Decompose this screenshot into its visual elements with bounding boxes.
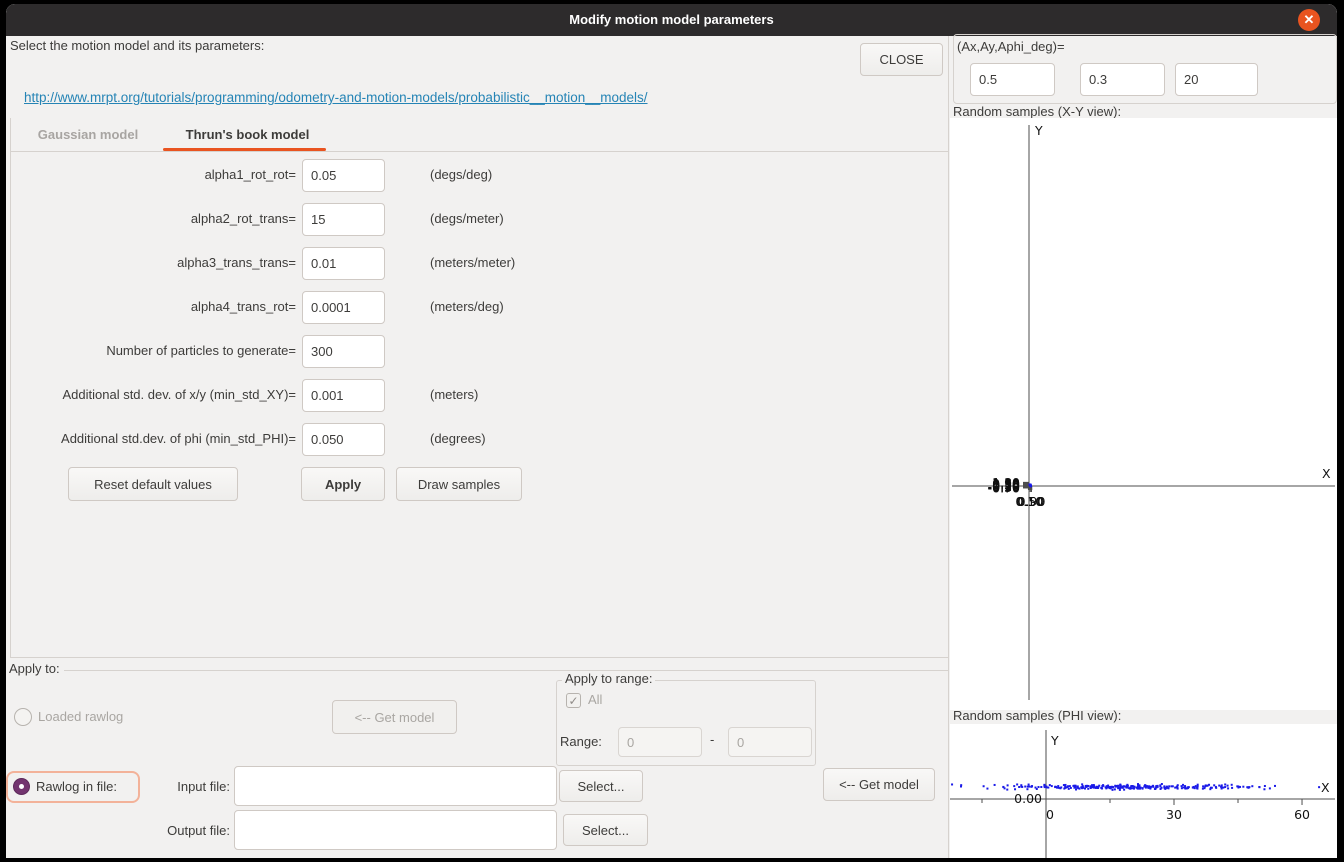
window-title: Modify motion model parameters (6, 12, 1337, 27)
output-file-field[interactable] (234, 810, 557, 850)
ay-input[interactable] (1080, 63, 1165, 96)
svg-text:1.30: 1.30 (992, 475, 1020, 490)
param-unit: (meters) (430, 387, 478, 402)
param-label: Additional std.dev. of phi (min_std_PHI)… (6, 431, 296, 446)
alpha3-input[interactable] (302, 247, 385, 280)
param-label: Additional std. dev. of x/y (min_std_XY)… (6, 387, 296, 402)
svg-text:0.90: 0.90 (1018, 494, 1046, 509)
phi-view-title: Random samples (PHI view): (953, 708, 1121, 723)
particles-input[interactable] (302, 335, 385, 368)
select-input-file-button[interactable]: Select... (559, 770, 643, 802)
min-std-phi-input[interactable] (302, 423, 385, 456)
xy-view-chart: -0.70-0.50-0.30-0.100.100.300.500.700.90… (950, 118, 1337, 710)
apply-button[interactable]: Apply (301, 467, 385, 501)
alpha1-input[interactable] (302, 159, 385, 192)
dialog-window: Modify motion model parameters ✕ Select … (6, 4, 1337, 858)
range-from-input[interactable] (618, 727, 702, 757)
rawlog-in-file-radio[interactable] (13, 778, 30, 795)
svg-text:X: X (1322, 466, 1331, 481)
instruction-label: Select the motion model and its paramete… (10, 38, 264, 53)
panel-right-border (948, 36, 949, 858)
phi-view-chart: 0 30 60 0.00 Y X (950, 724, 1337, 858)
tab-thrun-book-model[interactable]: Thrun's book model (163, 118, 332, 151)
aphi-input[interactable] (1175, 63, 1258, 96)
input-file-label: Input file: (130, 779, 230, 794)
param-label: alpha4_trans_rot= (6, 299, 296, 314)
param-unit: (meters/deg) (430, 299, 504, 314)
range-label: Range: (560, 734, 602, 749)
tab-separator-line (10, 151, 948, 152)
output-file-label: Output file: (130, 823, 230, 838)
range-dash: - (710, 732, 714, 747)
select-output-file-button[interactable]: Select... (563, 814, 648, 846)
param-label: alpha1_rot_rot= (6, 167, 296, 182)
loaded-rawlog-radio[interactable] (14, 708, 32, 726)
xy-view-title: Random samples (X-Y view): (953, 104, 1121, 119)
svg-text:0.00: 0.00 (1014, 791, 1042, 806)
apply-to-top-line (10, 657, 948, 658)
apply-to-range-label: Apply to range: (562, 671, 655, 686)
param-unit: (degs/meter) (430, 211, 504, 226)
reset-defaults-button[interactable]: Reset default values (68, 467, 238, 501)
alpha4-input[interactable] (302, 291, 385, 324)
min-std-xy-input[interactable] (302, 379, 385, 412)
window-close-icon[interactable]: ✕ (1298, 9, 1320, 31)
all-checkbox-label: All (588, 692, 602, 707)
draw-samples-button[interactable]: Draw samples (396, 467, 522, 501)
ax-input[interactable] (970, 63, 1055, 96)
loaded-rawlog-label: Loaded rawlog (38, 709, 123, 724)
get-model-top-button[interactable]: <-- Get model (332, 700, 457, 734)
range-to-input[interactable] (728, 727, 812, 757)
apply-to-group-border (64, 670, 948, 671)
tab-gaussian-model[interactable]: Gaussian model (30, 118, 146, 151)
svg-text:Y: Y (1050, 733, 1059, 748)
param-label: Number of particles to generate= (6, 343, 296, 358)
all-checkbox[interactable]: ✓ (566, 693, 581, 708)
title-bar: Modify motion model parameters ✕ (6, 4, 1337, 36)
param-unit: (meters/meter) (430, 255, 515, 270)
svg-text:30: 30 (1166, 807, 1182, 822)
input-file-field[interactable] (234, 766, 557, 806)
close-dialog-button[interactable]: CLOSE (860, 43, 943, 76)
param-label: alpha3_trans_trans= (6, 255, 296, 270)
svg-text:Y: Y (1034, 123, 1043, 138)
pose-group-label: (Ax,Ay,Aphi_deg)= (957, 39, 1065, 54)
tutorial-link[interactable]: http://www.mrpt.org/tutorials/programmin… (24, 90, 648, 105)
param-label: alpha2_rot_trans= (6, 211, 296, 226)
get-model-bottom-button[interactable]: <-- Get model (823, 768, 935, 801)
alpha2-input[interactable] (302, 203, 385, 236)
rawlog-in-file-label: Rawlog in file: (36, 779, 117, 794)
svg-text:0: 0 (1046, 807, 1054, 822)
param-unit: (degrees) (430, 431, 486, 446)
svg-text:X: X (1321, 780, 1330, 795)
apply-to-group-label: Apply to: (9, 661, 60, 676)
svg-text:60: 60 (1294, 807, 1310, 822)
param-unit: (degs/deg) (430, 167, 492, 182)
